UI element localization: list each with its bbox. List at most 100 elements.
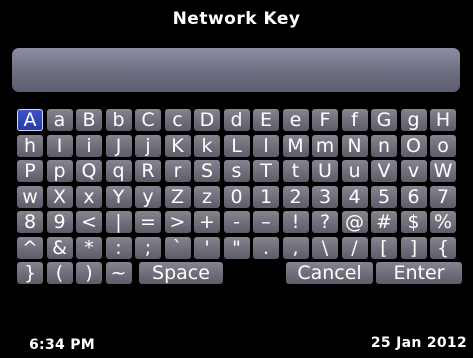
key[interactable]: 7 — [430, 185, 456, 208]
key[interactable]: 4 — [341, 185, 368, 208]
key[interactable]: < — [76, 211, 102, 233]
key[interactable]: a — [46, 109, 73, 131]
status-time: 6:34 PM — [29, 337, 95, 353]
key[interactable]: H — [430, 109, 456, 131]
key[interactable]: 3 — [312, 185, 338, 208]
key[interactable]: v — [400, 160, 427, 182]
key[interactable]: 1 — [253, 185, 279, 208]
status-date: 25 Jan 2012 — [370, 335, 467, 351]
key[interactable]: k — [194, 134, 220, 157]
key[interactable]: = — [135, 211, 161, 233]
key[interactable]: ` — [164, 236, 191, 259]
key[interactable]: ! — [282, 211, 309, 233]
key[interactable]: X — [46, 185, 73, 208]
space-key[interactable]: Space — [139, 262, 223, 284]
key[interactable]: } — [17, 262, 43, 284]
key[interactable]: G — [371, 109, 397, 131]
on-screen-keyboard: AaBbCcDdEeFfGgHhIiJjKkLlMmNnOo PpQqRrSsTt… — [0, 0, 473, 358]
key[interactable]: & — [46, 236, 73, 259]
key[interactable]: Z — [164, 185, 191, 208]
key[interactable]: { — [430, 236, 456, 259]
key[interactable]: J — [105, 134, 132, 157]
key[interactable]: * — [76, 236, 102, 259]
key[interactable]: [ — [371, 236, 397, 259]
key[interactable]: c — [164, 109, 191, 131]
key[interactable]: B — [76, 109, 102, 131]
key[interactable]: h — [17, 134, 43, 157]
key[interactable]: C — [135, 109, 161, 131]
key[interactable]: ^ — [17, 236, 43, 259]
key[interactable]: A — [17, 109, 43, 131]
key[interactable]: . — [253, 236, 279, 259]
key[interactable]: K — [164, 134, 191, 157]
key[interactable]: ' — [194, 236, 220, 259]
key[interactable]: g — [400, 109, 427, 131]
key[interactable]: R — [135, 160, 161, 182]
key[interactable]: : — [105, 236, 132, 259]
key[interactable]: S — [194, 160, 220, 182]
key[interactable]: \ — [312, 236, 338, 259]
key[interactable]: e — [282, 109, 309, 131]
key[interactable]: W — [430, 160, 456, 182]
key[interactable]: u — [341, 160, 368, 182]
key[interactable]: L — [223, 134, 250, 157]
key[interactable]: y — [135, 185, 161, 208]
key[interactable]: l — [253, 134, 279, 157]
key[interactable]: i — [76, 134, 102, 157]
key[interactable]: | — [105, 211, 132, 233]
key[interactable]: % — [430, 211, 456, 233]
key[interactable]: N — [341, 134, 368, 157]
key[interactable]: $ — [400, 211, 427, 233]
key[interactable]: s — [223, 160, 250, 182]
key[interactable]: Y — [105, 185, 132, 208]
key[interactable]: E — [253, 109, 279, 131]
key[interactable]: Q — [76, 160, 102, 182]
key[interactable]: r — [164, 160, 191, 182]
key[interactable]: @ — [341, 211, 368, 233]
key[interactable]: P — [17, 160, 43, 182]
key[interactable]: V — [371, 160, 397, 182]
key[interactable]: 0 — [223, 185, 250, 208]
key[interactable]: # — [371, 211, 397, 233]
key[interactable]: p — [46, 160, 73, 182]
key[interactable]: " — [223, 236, 250, 259]
key[interactable]: ] — [400, 236, 427, 259]
key[interactable]: d — [223, 109, 250, 131]
key[interactable]: ? — [312, 211, 338, 233]
key[interactable]: I — [46, 134, 73, 157]
key[interactable]: j — [135, 134, 161, 157]
key[interactable]: o — [430, 134, 456, 157]
key[interactable]: , — [282, 236, 309, 259]
key[interactable]: 9 — [46, 211, 73, 233]
key[interactable]: q — [105, 160, 132, 182]
key[interactable]: ~ — [105, 262, 132, 284]
key[interactable]: T — [253, 160, 279, 182]
key[interactable]: ) — [76, 262, 102, 284]
key[interactable]: z — [194, 185, 220, 208]
cancel-key[interactable]: Cancel — [286, 262, 373, 284]
key[interactable]: 8 — [17, 211, 43, 233]
key[interactable]: U — [312, 160, 338, 182]
key[interactable]: ( — [46, 262, 73, 284]
key[interactable]: 6 — [400, 185, 427, 208]
key[interactable]: x — [76, 185, 102, 208]
key[interactable]: w — [17, 185, 43, 208]
key[interactable]: F — [312, 109, 338, 131]
key[interactable]: f — [341, 109, 368, 131]
key[interactable]: O — [400, 134, 427, 157]
key[interactable]: - — [223, 211, 250, 233]
key[interactable]: + — [194, 211, 220, 233]
key[interactable]: – — [253, 211, 279, 233]
key[interactable]: D — [194, 109, 220, 131]
key[interactable]: t — [282, 160, 309, 182]
key[interactable]: / — [341, 236, 368, 259]
key[interactable]: 5 — [371, 185, 397, 208]
key[interactable]: n — [371, 134, 397, 157]
key[interactable]: M — [282, 134, 309, 157]
key[interactable]: > — [164, 211, 191, 233]
key[interactable]: b — [105, 109, 132, 131]
enter-key[interactable]: Enter — [376, 262, 462, 284]
key[interactable]: m — [312, 134, 338, 157]
key[interactable]: 2 — [282, 185, 309, 208]
key[interactable]: ; — [135, 236, 161, 259]
